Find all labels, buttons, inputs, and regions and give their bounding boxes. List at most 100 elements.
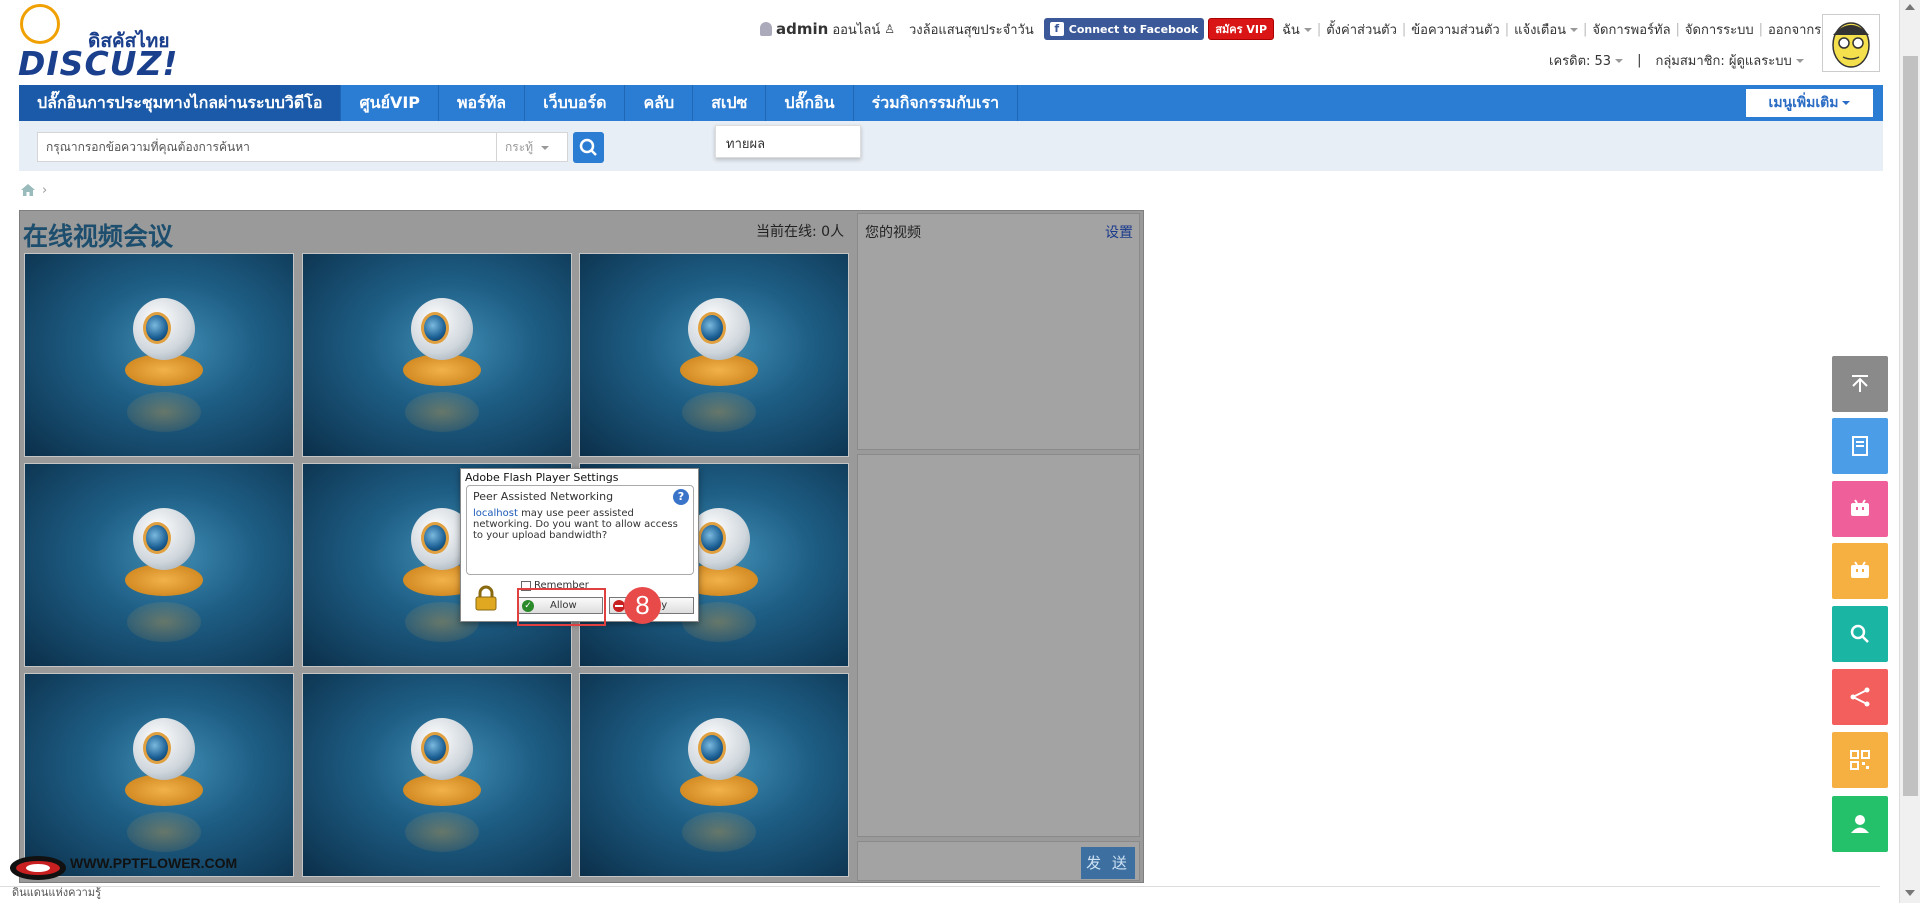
nav-item-club[interactable]: คลับ <box>625 85 694 121</box>
nav-item-vip[interactable]: ศูนย์VIP <box>341 85 439 121</box>
invisible-toggle-icon[interactable]: ♙ <box>884 22 895 36</box>
video-slot[interactable] <box>579 253 849 457</box>
send-button[interactable]: 发 送 <box>1081 847 1135 879</box>
step-number-badge: 8 <box>624 587 661 624</box>
scrollbar-thumb[interactable] <box>1903 56 1918 796</box>
credits-label: เครดิต: 53 <box>1549 53 1612 69</box>
nav-item-space[interactable]: สเปซ <box>693 85 767 121</box>
flash-dialog-title: Adobe Flash Player Settings <box>465 471 619 484</box>
online-count: 当前在线: 0人 <box>756 224 845 240</box>
chat-button-pink[interactable] <box>1832 481 1888 537</box>
nav-item-portal[interactable]: พอร์ทัล <box>439 85 526 121</box>
menu-settings[interactable]: ตั้งค่าส่วนตัว <box>1326 19 1397 40</box>
video-slot[interactable] <box>579 673 849 877</box>
nav-dropdown-menu: ทายผล <box>715 125 861 158</box>
vip-signup-button[interactable]: สมัคร VIP <box>1208 18 1275 40</box>
online-status: ออนไลน์ <box>832 22 881 38</box>
document-icon <box>1852 436 1868 456</box>
new-post-button[interactable] <box>1832 418 1888 474</box>
nav-item-forum[interactable]: เว็บบอร์ด <box>525 85 626 121</box>
your-video-panel: 您的视频 设置 <box>857 213 1140 450</box>
nav-item-plugins[interactable]: ปลั๊กอิน <box>766 85 854 121</box>
chevron-down-icon <box>541 145 550 150</box>
chevron-down-icon <box>1795 59 1804 63</box>
menu-alerts-label: แจ้งเตือน <box>1514 22 1567 38</box>
search-bar: กรุณากรอกข้อความที่คุณต้องการค้นหา กระทู… <box>19 121 1883 171</box>
logo-discuz-text: DISCUZ! <box>18 44 179 83</box>
conference-sidebar: 您的视频 设置 发 送 <box>857 213 1140 881</box>
daily-wheel-link[interactable]: วงล้อแสนสุขประจำวัน <box>909 19 1034 40</box>
breadcrumb-separator-icon: › <box>42 182 48 198</box>
float-search-button[interactable] <box>1832 606 1888 662</box>
page-scrollbar[interactable] <box>1899 0 1920 903</box>
video-slot[interactable] <box>24 463 294 667</box>
watermark-subtext: ดินแดนแห่งความรู้ <box>12 886 101 899</box>
chat-input-bar[interactable]: 发 送 <box>857 841 1140 881</box>
main-nav: ปลั๊กอินการประชุมทางไกลผ่านระบบวิดีโอ ศู… <box>19 85 1883 121</box>
user-icon <box>1851 815 1869 833</box>
menu-system-manage[interactable]: จัดการระบบ <box>1685 19 1754 40</box>
chevron-down-icon <box>1570 28 1579 32</box>
chat-pink-icon <box>1851 499 1869 516</box>
search-input[interactable]: กรุณากรอกข้อความที่คุณต้องการค้นหา <box>37 132 515 162</box>
watermark-logo-icon <box>10 856 66 880</box>
video-slot[interactable] <box>302 673 572 877</box>
search-icon <box>1850 624 1869 643</box>
breadcrumb: › <box>20 182 48 198</box>
help-icon[interactable]: ? <box>673 489 689 505</box>
username-link[interactable]: admin <box>776 20 828 38</box>
site-logo[interactable]: ดิสคัสไทย DISCUZ! <box>18 4 177 83</box>
share-icon <box>1850 687 1870 707</box>
scroll-up-arrow-icon[interactable] <box>1905 4 1915 10</box>
your-video-label: 您的视频 <box>865 225 921 241</box>
search-type-label: กระทู้ <box>505 140 534 154</box>
facebook-connect-label: Connect to Facebook <box>1068 22 1199 36</box>
flash-dialog-message: localhost may use peer assisted networki… <box>473 508 687 541</box>
dropdown-item-predict[interactable]: ทายผล <box>726 137 765 152</box>
flash-dialog-body: Peer Assisted Networking ? localhost may… <box>466 485 694 575</box>
search-type-select[interactable]: กระทู้ <box>496 132 568 162</box>
usergroup-label: กลุ่มสมาชิก: ผู้ดูแลระบบ <box>1655 53 1792 69</box>
chat-button-orange[interactable] <box>1832 543 1888 599</box>
avatar-face-icon <box>1823 15 1879 71</box>
settings-link[interactable]: 设置 <box>1105 222 1133 242</box>
avatar[interactable] <box>1822 14 1880 72</box>
lock-icon <box>475 585 497 611</box>
more-menu-label: เมนูเพิ่มเติม <box>1768 95 1839 111</box>
video-slot[interactable] <box>302 253 572 457</box>
chat-log-panel[interactable] <box>857 454 1140 837</box>
qrcode-button[interactable] <box>1832 732 1888 788</box>
back-to-top-icon <box>1852 375 1868 392</box>
flash-host: localhost <box>473 508 518 519</box>
menu-messages[interactable]: ข้อความส่วนตัว <box>1411 19 1499 40</box>
video-slot[interactable] <box>24 673 294 877</box>
menu-alerts[interactable]: แจ้งเตือน <box>1514 19 1579 40</box>
search-button[interactable] <box>573 132 604 163</box>
user-stats-bar: เครดิต: 53 | กลุ่มสมาชิก: ผู้ดูแลระบบ <box>1549 50 1804 70</box>
logo-bubble-icon <box>20 4 60 44</box>
allow-highlight-box <box>517 588 606 626</box>
menu-portal-manage[interactable]: จัดการพอร์ทัล <box>1592 19 1670 40</box>
watermark-text: WWW.PPTFLOWER.COM <box>70 855 238 871</box>
home-icon[interactable] <box>20 183 36 197</box>
flash-dialog-heading: Peer Assisted Networking <box>473 490 614 503</box>
menu-me[interactable]: ฉัน <box>1282 19 1312 40</box>
credits-menu[interactable]: เครดิต: 53 <box>1549 50 1624 71</box>
user-icon <box>760 22 772 36</box>
footer-divider <box>0 886 1880 887</box>
facebook-connect-button[interactable]: f Connect to Facebook <box>1043 18 1205 40</box>
search-icon <box>579 138 597 156</box>
user-center-button[interactable] <box>1832 796 1888 852</box>
video-grid <box>24 253 860 883</box>
scroll-down-arrow-icon[interactable] <box>1905 890 1915 896</box>
chevron-down-icon <box>1615 59 1624 63</box>
nav-item-video-conference[interactable]: ปลั๊กอินการประชุมทางไกลผ่านระบบวิดีโอ <box>19 85 342 121</box>
share-button[interactable] <box>1832 669 1888 725</box>
back-to-top-button[interactable] <box>1832 356 1888 412</box>
usergroup-menu[interactable]: กลุ่มสมาชิก: ผู้ดูแลระบบ <box>1655 50 1804 71</box>
watermark: WWW.PPTFLOWER.COM ดินแดนแห่งความรู้ <box>8 853 237 899</box>
more-menu-button[interactable]: เมนูเพิ่มเติม <box>1746 89 1873 117</box>
chevron-down-icon <box>1303 28 1312 32</box>
video-slot[interactable] <box>24 253 294 457</box>
nav-item-join-activity[interactable]: ร่วมกิจกรรมกับเรา <box>854 85 1019 121</box>
